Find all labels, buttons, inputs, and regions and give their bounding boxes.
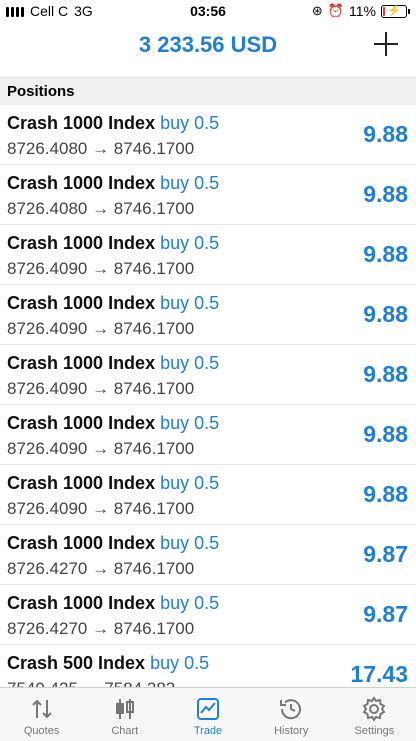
position-prices: 8726.4270 → 8746.1700: [7, 559, 195, 578]
position-symbol: Crash 1000 Index: [7, 173, 156, 193]
position-prices: 8726.4090 → 8746.1700: [7, 379, 195, 398]
position-side: buy 0.5: [160, 593, 220, 613]
tab-label: Settings: [354, 725, 395, 737]
position-profit: 17.43: [350, 661, 408, 687]
quotes-icon: [31, 699, 52, 719]
position-title: Crash 1000 Index buy 0.5: [7, 473, 219, 494]
position-row[interactable]: Crash 1000 Index buy 0.5 8726.4090 → 8746…: [0, 465, 416, 525]
position-profit: 9.88: [363, 301, 408, 327]
positions-list[interactable]: Crash 1000 Index buy 0.5 8726.4080 → 8746…: [0, 105, 416, 687]
position-title: Crash 1000 Index buy 0.5: [7, 593, 219, 614]
tab-label: Trade: [193, 725, 223, 737]
position-profit: 9.88: [363, 421, 408, 447]
position-symbol: Crash 1000 Index: [7, 413, 156, 433]
position-symbol: Crash 1000 Index: [7, 113, 156, 133]
settings-icon: [362, 696, 386, 722]
position-profit: 9.87: [363, 541, 408, 567]
position-title: Crash 1000 Index buy 0.5: [7, 233, 219, 254]
position-row[interactable]: Crash 1000 Index buy 0.5 8726.4090 → 8746…: [0, 405, 416, 465]
position-side: buy 0.5: [160, 413, 220, 433]
position-side: buy 0.5: [160, 173, 220, 193]
position-row[interactable]: Crash 1000 Index buy 0.5 8726.4270 → 8746…: [0, 525, 416, 585]
position-side: buy 0.5: [150, 653, 210, 673]
tab-history[interactable]: History: [250, 688, 333, 741]
position-row[interactable]: Crash 500 Index buy 0.5 7549.425 → 7584.2…: [0, 645, 416, 687]
position-side: buy 0.5: [160, 533, 220, 553]
position-side: buy 0.5: [160, 233, 220, 253]
charging-bolt-icon: ⚡: [387, 4, 401, 17]
battery-percent: 11%: [349, 3, 376, 19]
add-order-button[interactable]: [372, 30, 400, 58]
position-row[interactable]: Crash 1000 Index buy 0.5 8726.4080 → 8746…: [0, 165, 416, 225]
position-side: buy 0.5: [160, 473, 220, 493]
position-profit: 9.88: [363, 481, 408, 507]
position-profit: 9.87: [363, 601, 408, 627]
position-prices: 8726.4080 → 8746.1700: [7, 139, 195, 158]
account-balance: 3 233.56 USD: [138, 32, 278, 57]
position-title: Crash 1000 Index buy 0.5: [7, 533, 219, 554]
position-symbol: Crash 1000 Index: [7, 353, 156, 373]
position-title: Crash 500 Index buy 0.5: [7, 653, 209, 674]
tab-settings[interactable]: Settings: [333, 688, 416, 741]
position-row[interactable]: Crash 1000 Index buy 0.5 8726.4270 → 8746…: [0, 585, 416, 645]
position-prices: 8726.4090 → 8746.1700: [7, 499, 195, 518]
position-prices: 8726.4090 → 8746.1700: [7, 259, 195, 278]
position-row[interactable]: Crash 1000 Index buy 0.5 8726.4090 → 8746…: [0, 285, 416, 345]
trade-icon: [197, 698, 219, 720]
position-title: Crash 1000 Index buy 0.5: [7, 293, 219, 314]
position-side: buy 0.5: [160, 293, 220, 313]
tab-trade[interactable]: Trade: [166, 688, 249, 741]
battery-icon: ⚡: [381, 4, 407, 18]
position-profit: 9.88: [363, 121, 408, 147]
tab-bar: Quotes Chart Trade History Settings: [0, 687, 416, 741]
tab-quotes[interactable]: Quotes: [0, 688, 83, 741]
position-symbol: Crash 1000 Index: [7, 293, 156, 313]
header: 3 233.56 USD: [0, 26, 416, 68]
tab-label: Chart: [111, 725, 139, 737]
position-symbol: Crash 1000 Index: [7, 473, 156, 493]
position-side: buy 0.5: [160, 113, 220, 133]
position-title: Crash 1000 Index buy 0.5: [7, 353, 219, 374]
position-profit: 9.88: [363, 241, 408, 267]
positions-section-header: Positions: [0, 77, 416, 105]
position-prices: 8726.4270 → 8746.1700: [7, 619, 195, 638]
position-symbol: Crash 1000 Index: [7, 593, 156, 613]
position-symbol: Crash 1000 Index: [7, 533, 156, 553]
position-prices: 7549.425 → 7584.282: [7, 679, 175, 687]
history-icon: [280, 699, 302, 720]
chart-icon: [115, 699, 134, 719]
position-prices: 8726.4090 → 8746.1700: [7, 439, 195, 458]
position-title: Crash 1000 Index buy 0.5: [7, 413, 219, 434]
status-right: ⊛ ⏰ 11% ⚡: [312, 3, 410, 19]
position-prices: 8726.4090 → 8746.1700: [7, 319, 195, 338]
position-profit: 9.88: [363, 361, 408, 387]
position-row[interactable]: Crash 1000 Index buy 0.5 8726.4080 → 8746…: [0, 105, 416, 165]
position-profit: 9.88: [363, 181, 408, 207]
position-title: Crash 1000 Index buy 0.5: [7, 113, 219, 134]
status-bar: Cell C 3G 03:56 ⊛ ⏰ 11% ⚡: [0, 0, 416, 22]
position-prices: 8726.4080 → 8746.1700: [7, 199, 195, 218]
position-side: buy 0.5: [160, 353, 220, 373]
position-row[interactable]: Crash 1000 Index buy 0.5 8726.4090 → 8746…: [0, 345, 416, 405]
position-symbol: Crash 1000 Index: [7, 233, 156, 253]
position-title: Crash 1000 Index buy 0.5: [7, 173, 219, 194]
tab-chart[interactable]: Chart: [83, 688, 166, 741]
alarm-icon: ⏰: [327, 3, 345, 18]
position-symbol: Crash 500 Index: [7, 653, 146, 673]
tab-label: Quotes: [23, 725, 60, 737]
tab-label: History: [274, 725, 309, 737]
rotation-lock-icon: ⊛: [311, 3, 323, 18]
position-row[interactable]: Crash 1000 Index buy 0.5 8726.4090 → 8746…: [0, 225, 416, 285]
